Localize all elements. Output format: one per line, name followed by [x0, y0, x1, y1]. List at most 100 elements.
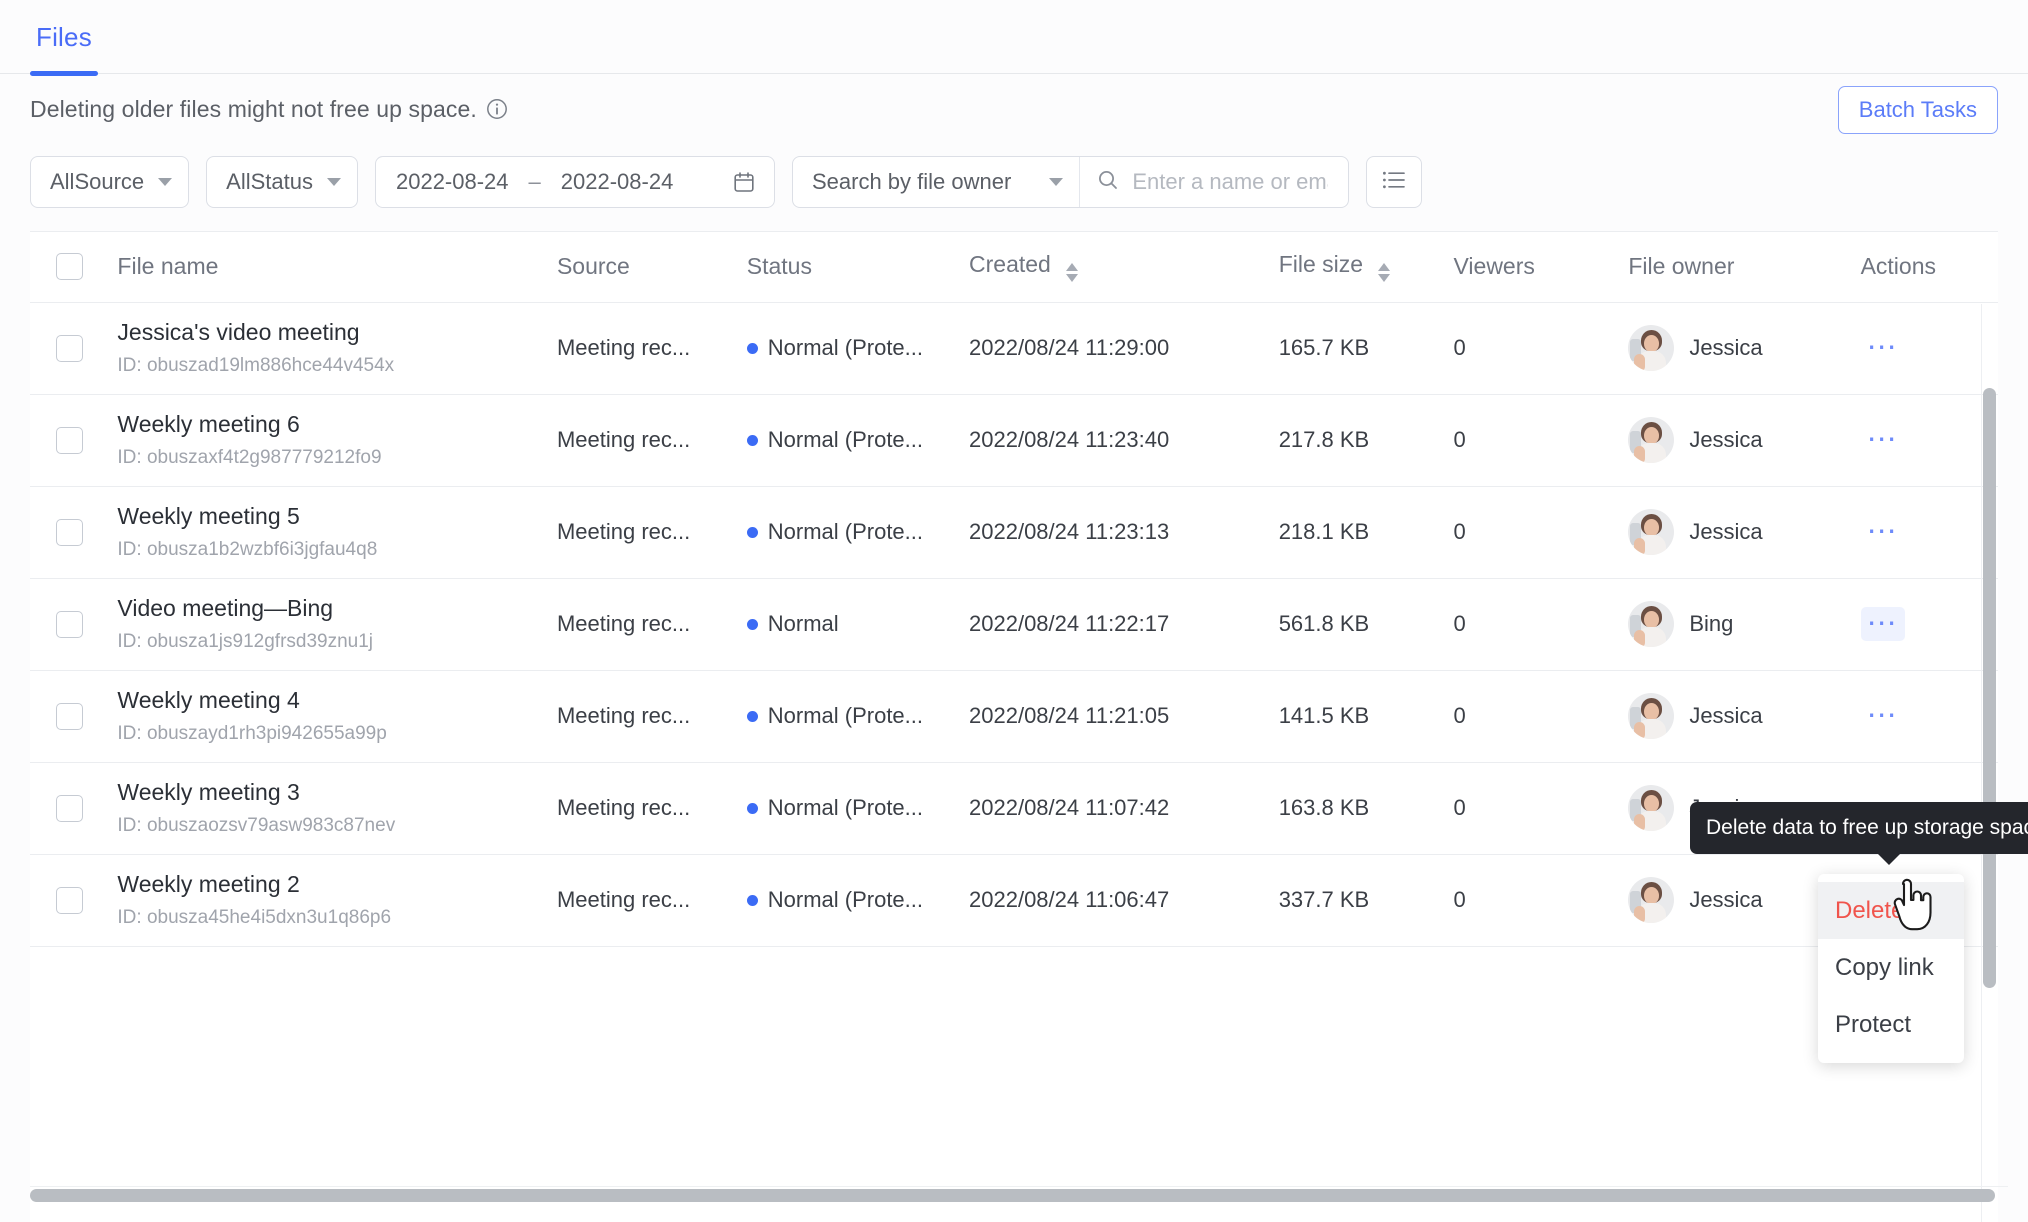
select-all-checkbox[interactable] — [56, 253, 83, 280]
file-name[interactable]: Weekly meeting 2 — [117, 871, 557, 897]
file-size-value: 217.8 KB — [1279, 427, 1370, 452]
file-name[interactable]: Video meeting—Bing — [117, 595, 557, 621]
created-value: 2022/08/24 11:21:05 — [969, 703, 1169, 728]
menu-item-copy-link[interactable]: Copy link — [1818, 939, 1964, 996]
files-table-container: File name Source Status Created File siz… — [30, 231, 1998, 1222]
file-id: ID: obuszaozsv79asw983c87nev — [117, 815, 557, 837]
row-checkbox[interactable] — [56, 703, 83, 730]
file-name[interactable]: Weekly meeting 5 — [117, 503, 557, 529]
table-row[interactable]: Video meeting—BingID: obusza1js912gfrsd3… — [30, 578, 1998, 670]
row-actions-menu-button[interactable]: ⋯ — [1861, 331, 1905, 365]
source-filter-select[interactable]: AllSource — [30, 156, 189, 208]
file-name[interactable]: Weekly meeting 6 — [117, 411, 557, 437]
header-viewers[interactable]: Viewers — [1454, 232, 1629, 302]
source-cell: Meeting rec... — [557, 762, 747, 854]
created-value: 2022/08/24 11:23:13 — [969, 519, 1169, 544]
header-file-owner[interactable]: File owner — [1628, 232, 1860, 302]
list-view-icon-button[interactable] — [1366, 156, 1422, 208]
file-owner-name: Jessica — [1689, 887, 1762, 913]
calendar-icon[interactable] — [732, 170, 756, 194]
avatar — [1628, 785, 1674, 831]
header-status[interactable]: Status — [747, 232, 969, 302]
file-name[interactable]: Jessica's video meeting — [117, 319, 557, 345]
row-actions-cell: ⋯ — [1861, 670, 1998, 762]
file-name-cell: Weekly meeting 5 ID: obusza1b2wzbf6i3jgfa… — [117, 486, 557, 578]
file-size-cell: 141.5 KB — [1279, 670, 1454, 762]
status-value: Normal (Prote... — [768, 335, 923, 361]
file-name[interactable]: Weekly meeting 3 — [117, 779, 557, 805]
date-end-value[interactable]: 2022-08-24 — [561, 169, 674, 195]
file-name-cell: Weekly meeting 2 ID: obusza45he4i5dxn3u1q… — [117, 854, 557, 946]
table-header-row: File name Source Status Created File siz… — [30, 232, 1998, 302]
file-owner-name: Jessica — [1689, 703, 1762, 729]
viewers-value: 0 — [1454, 887, 1466, 912]
vertical-scrollbar-track[interactable] — [1981, 304, 1998, 1222]
table-row[interactable]: Jessica's video meetingID: obuszad19lm88… — [30, 302, 1998, 394]
file-id: ID: obusza45he4i5dxn3u1q86p6 — [117, 907, 557, 929]
header-source[interactable]: Source — [557, 232, 747, 302]
horizontal-scrollbar-track[interactable] — [30, 1186, 2008, 1202]
menu-item-delete[interactable]: Delete — [1818, 882, 1964, 939]
vertical-scrollbar-thumb[interactable] — [1983, 388, 1996, 988]
owner-scope-select[interactable]: Search by file owner — [793, 157, 1080, 207]
date-range-picker[interactable]: 2022-08-24 – 2022-08-24 — [375, 156, 775, 208]
table-row[interactable]: Weekly meeting 2 ID: obusza45he4i5dxn3u1q… — [30, 854, 1998, 946]
row-actions-menu: DeleteCopy linkProtect — [1818, 874, 1964, 1063]
tab-files[interactable]: Files — [30, 0, 98, 74]
row-checkbox[interactable] — [56, 887, 83, 914]
row-checkbox[interactable] — [56, 611, 83, 638]
status-filter-select[interactable]: AllStatus — [206, 156, 358, 208]
row-actions-menu-button[interactable]: ⋯ — [1861, 423, 1905, 457]
batch-tasks-button[interactable]: Batch Tasks — [1838, 86, 1998, 134]
table-row[interactable]: Weekly meeting 6ID: obuszaxf4t2g98777921… — [30, 394, 1998, 486]
table-row[interactable]: Weekly meeting 4ID: obuszayd1rh3pi942655… — [30, 670, 1998, 762]
viewers-cell: 0 — [1454, 670, 1629, 762]
list-view-icon — [1381, 169, 1407, 196]
row-actions-menu-button[interactable]: ⋯ — [1861, 515, 1905, 549]
created-value: 2022/08/24 11:06:47 — [969, 887, 1169, 912]
row-select-cell — [30, 854, 117, 946]
status-value: Normal (Prote... — [768, 703, 923, 729]
menu-item-protect[interactable]: Protect — [1818, 996, 1964, 1053]
header-actions: Actions — [1861, 232, 1998, 302]
file-size-value: 218.1 KB — [1279, 519, 1370, 544]
file-size-cell: 337.7 KB — [1279, 854, 1454, 946]
horizontal-scrollbar-thumb[interactable] — [30, 1189, 1995, 1202]
files-page: Files Deleting older files might not fre… — [0, 0, 2028, 1222]
tooltip-arrow — [1877, 853, 1901, 865]
sort-created-icon[interactable] — [1066, 263, 1078, 282]
date-start-value[interactable]: 2022-08-24 — [396, 169, 509, 195]
table-row[interactable]: Weekly meeting 5 ID: obusza1b2wzbf6i3jgfa… — [30, 486, 1998, 578]
search-icon — [1096, 168, 1120, 197]
status-value: Normal (Prote... — [768, 427, 923, 453]
created-value: 2022/08/24 11:07:42 — [969, 795, 1169, 820]
file-id: ID: obusza1b2wzbf6i3jgfau4q8 — [117, 539, 557, 561]
date-separator: – — [529, 169, 541, 195]
row-actions-menu-button[interactable]: ⋯ — [1861, 607, 1905, 641]
file-owner-name: Jessica — [1689, 335, 1762, 361]
row-checkbox[interactable] — [56, 519, 83, 546]
notice-row: Deleting older files might not free up s… — [0, 74, 2028, 144]
row-checkbox[interactable] — [56, 795, 83, 822]
info-circle-icon[interactable] — [486, 98, 508, 120]
search-input[interactable] — [1132, 169, 1328, 195]
file-size-cell: 217.8 KB — [1279, 394, 1454, 486]
source-cell: Meeting rec... — [557, 302, 747, 394]
header-file-name[interactable]: File name — [117, 232, 557, 302]
row-actions-cell: ⋯ — [1861, 302, 1998, 394]
search-input-wrapper[interactable] — [1080, 157, 1348, 207]
header-created[interactable]: Created — [969, 232, 1279, 302]
sort-file-size-icon[interactable] — [1378, 263, 1390, 282]
avatar — [1628, 417, 1674, 463]
row-checkbox[interactable] — [56, 427, 83, 454]
filter-toolbar: AllSource AllStatus 2022-08-24 – 2022-08… — [0, 144, 2028, 220]
header-file-size[interactable]: File size — [1279, 232, 1454, 302]
file-name[interactable]: Weekly meeting 4 — [117, 687, 557, 713]
row-checkbox[interactable] — [56, 335, 83, 362]
source-value: Meeting rec... — [557, 887, 747, 913]
file-owner-name: Jessica — [1689, 519, 1762, 545]
file-size-value: 165.7 KB — [1279, 335, 1370, 360]
source-cell: Meeting rec... — [557, 486, 747, 578]
row-actions-menu-button[interactable]: ⋯ — [1861, 699, 1905, 733]
file-owner-cell: Jessica — [1628, 394, 1860, 486]
